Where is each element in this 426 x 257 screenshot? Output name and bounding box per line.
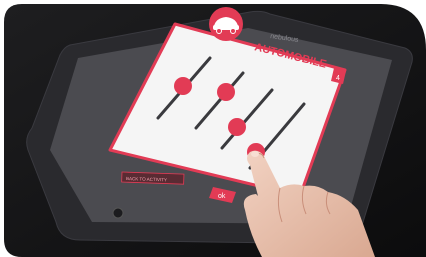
tablet-photo: nebulous AUTOMOBILE 4 ok BACK TO ACTIVIT… [0,0,426,257]
slider-knob-2[interactable] [217,83,235,101]
home-button[interactable] [112,207,124,219]
photo-scene: nebulous AUTOMOBILE 4 ok BACK TO ACTIVIT… [0,0,426,257]
slider-knob-1[interactable] [174,77,192,95]
slider-knob-3[interactable] [228,118,246,136]
ok-button-label: ok [218,193,226,200]
count-badge-label: 4 [336,75,340,82]
